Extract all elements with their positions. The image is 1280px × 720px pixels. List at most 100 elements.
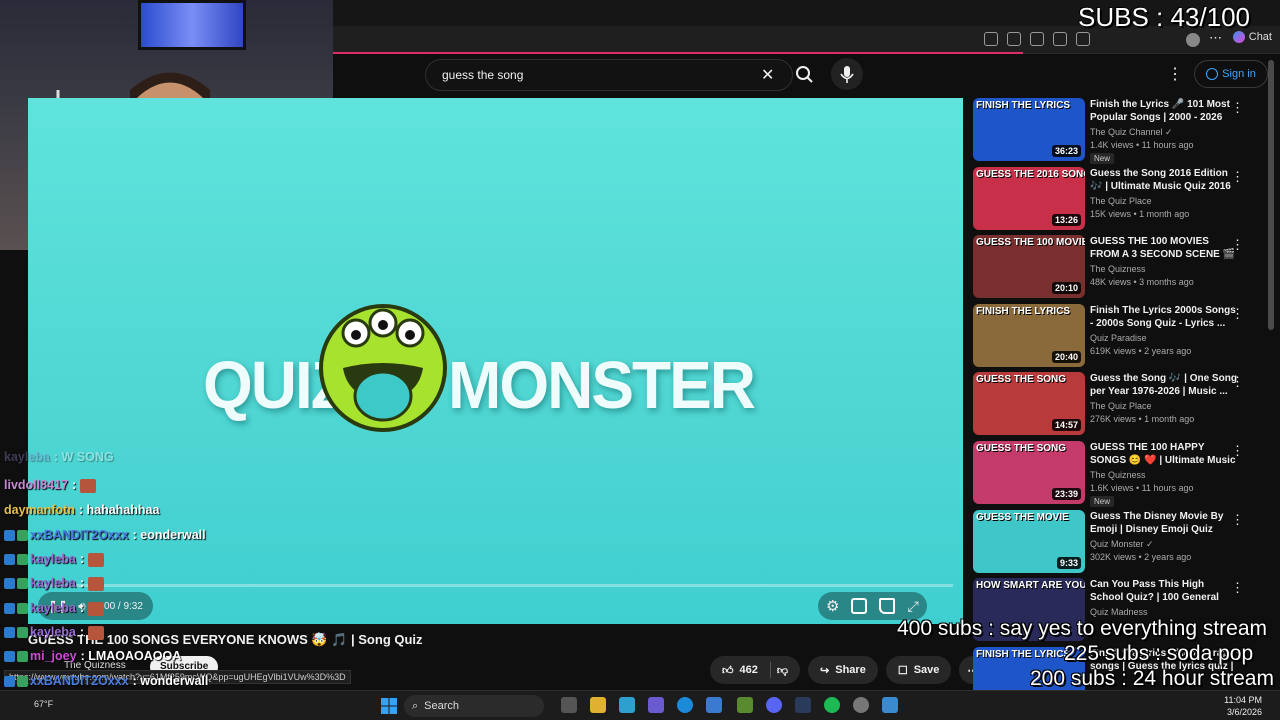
related-channel[interactable]: The Quizness xyxy=(1090,470,1146,480)
cast-icon[interactable] xyxy=(879,598,896,614)
more-options-icon[interactable]: ⋮ xyxy=(1231,580,1244,596)
chat-message: xxBANDIT2Oxxx: wonderwall xyxy=(4,674,208,688)
store-icon[interactable] xyxy=(706,697,722,713)
more-options-icon[interactable]: ⋮ xyxy=(1231,169,1244,185)
chat-text: : xyxy=(71,478,77,492)
related-video-title[interactable]: GUESS THE 100 MOVIES FROM A 3 SECOND SCE… xyxy=(1090,235,1240,261)
goal-1: 400 subs : say yes to everything stream xyxy=(897,617,1268,640)
search-icon[interactable] xyxy=(789,59,821,91)
related-video-title[interactable]: Guess the Song 🎶 | One Song per Year 197… xyxy=(1090,372,1240,398)
subs-counter: SUBS : 43/100 xyxy=(1078,2,1250,32)
chat-message: xxBANDIT2Oxxx: eonderwall xyxy=(4,528,206,542)
profile-avatar[interactable] xyxy=(1186,33,1200,47)
weather[interactable]: 67°F xyxy=(34,699,53,709)
settings-gear-icon[interactable]: ⚙ xyxy=(826,597,839,615)
related-channel[interactable]: The Quiz Place xyxy=(1090,401,1152,411)
related-channel[interactable]: Quiz Monster ✓ xyxy=(1090,539,1154,550)
sign-in-button[interactable]: Sign in xyxy=(1194,60,1268,88)
system-clock[interactable]: 11:04 PM 3/6/2026 xyxy=(1224,694,1262,718)
related-video-item[interactable]: FINISH THE LYRICS 36:23 Finish the Lyrics … xyxy=(973,98,1263,167)
app-icon[interactable] xyxy=(984,32,998,46)
related-video-title[interactable]: GUESS THE 100 HAPPY SONGS 😊 ❤️ | Ultimat… xyxy=(1090,441,1240,467)
chat-username[interactable]: xxBANDIT2Oxxx xyxy=(30,674,129,688)
scrollbar[interactable] xyxy=(1268,60,1274,330)
save-icon: ☐ xyxy=(897,664,908,677)
chat-username[interactable]: xxBANDIT2Oxxx xyxy=(30,528,129,542)
miniplayer-icon[interactable] xyxy=(851,598,868,614)
clear-search-icon[interactable]: ✕ xyxy=(761,65,774,85)
refresh-icon[interactable] xyxy=(1030,32,1044,46)
related-video-title[interactable]: Finish the Lyrics 🎤 101 Most Popular Son… xyxy=(1090,98,1240,124)
video-progress-bar[interactable] xyxy=(38,584,953,587)
favorites-icon[interactable] xyxy=(1076,32,1090,46)
share-button[interactable]: ↪ Share xyxy=(808,656,878,684)
chat-username[interactable]: daymanfotn xyxy=(4,503,75,517)
related-video-item[interactable]: GUESS THE SONG 23:39 GUESS THE 100 HAPPY S… xyxy=(973,440,1263,510)
settings-menu-icon[interactable]: ⋮ xyxy=(1167,64,1183,84)
chat-username[interactable]: kayleba xyxy=(30,552,76,566)
spotify-icon[interactable] xyxy=(824,697,840,713)
related-channel[interactable]: Quiz Madness xyxy=(1090,607,1148,617)
more-options-icon[interactable]: ⋮ xyxy=(1231,237,1244,253)
obs-icon[interactable] xyxy=(853,697,869,713)
task-view-icon[interactable] xyxy=(561,697,577,713)
app-icon[interactable] xyxy=(737,697,753,713)
taskbar-search[interactable]: ⌕ Search xyxy=(404,695,544,717)
related-video-title[interactable]: Finish The Lyrics 2000s Songs - 2000s So… xyxy=(1090,304,1240,330)
favorite-star-icon[interactable] xyxy=(1007,32,1021,46)
search-input[interactable]: guess the song ✕ xyxy=(425,59,793,91)
chat-text: : xyxy=(79,552,85,566)
video-player[interactable]: QUIZ MONSTER ❚❚ 🔊︎ 0:00 / 9:32 ⚙ ⤢ xyxy=(28,98,963,624)
file-explorer-icon[interactable] xyxy=(590,697,606,713)
chat-emote xyxy=(87,552,104,567)
more-options-icon[interactable]: ⋮ xyxy=(1231,374,1244,390)
related-video-item[interactable]: GUESS THE MOVIE 9:33 Guess The Disney Movi… xyxy=(973,509,1263,579)
chat-username[interactable]: mi_joey xyxy=(30,649,77,663)
video-thumbnail[interactable]: GUESS THE 100 MOVIES 20:10 xyxy=(973,235,1085,299)
video-thumbnail[interactable]: FINISH THE LYRICS 36:23 xyxy=(973,98,1085,161)
voice-search-button[interactable] xyxy=(831,58,863,90)
like-button[interactable]: 👍︎ 462 👎︎ xyxy=(710,656,801,684)
more-options-icon[interactable]: ⋮ xyxy=(1231,512,1244,528)
video-thumbnail[interactable]: FINISH THE LYRICS 20:40 xyxy=(973,303,1085,367)
more-options-icon[interactable]: ⋮ xyxy=(1231,306,1244,322)
related-video-item[interactable]: GUESS THE SONG 14:57 Guess the Song 🎶 | On… xyxy=(973,372,1263,441)
related-video-item[interactable]: GUESS THE 100 MOVIES 20:10 GUESS THE 100 M… xyxy=(973,235,1263,304)
background-monitor xyxy=(138,0,246,50)
related-video-item[interactable]: FINISH THE LYRICS 20:40 Finish The Lyrics … xyxy=(973,303,1263,373)
related-video-title[interactable]: Guess the Song 2016 Edition 🎶 | Ultimate… xyxy=(1090,167,1240,193)
chat-emote xyxy=(87,601,104,616)
related-channel[interactable]: The Quiz Channel ✓ xyxy=(1090,127,1173,138)
thumbs-down-icon[interactable]: 👎︎ xyxy=(777,664,788,677)
edge-icon[interactable] xyxy=(677,697,693,713)
video-thumbnail[interactable]: GUESS THE MOVIE 9:33 xyxy=(973,509,1085,573)
save-button[interactable]: ☐ Save xyxy=(885,656,952,684)
video-thumbnail[interactable]: GUESS THE 2016 SONG 13:26 xyxy=(973,166,1085,230)
fullscreen-icon[interactable]: ⤢ xyxy=(907,598,918,615)
video-thumbnail[interactable]: GUESS THE SONG 23:39 xyxy=(973,440,1085,504)
related-channel[interactable]: The Quizness xyxy=(1090,264,1146,274)
chat-username[interactable]: kayleba xyxy=(30,625,76,639)
teams-icon[interactable] xyxy=(648,697,664,713)
app-icon[interactable] xyxy=(882,697,898,713)
chat-emote xyxy=(87,576,104,591)
chat-username[interactable]: kayleba xyxy=(30,576,76,590)
related-video-title[interactable]: Can You Pass This High School Quiz? | 10… xyxy=(1090,578,1240,604)
chat-username[interactable]: livdoll8417 xyxy=(4,478,68,492)
video-thumbnail[interactable]: GUESS THE SONG 14:57 xyxy=(973,372,1085,436)
thumbs-up-icon: 👍︎ xyxy=(722,664,734,677)
thumbnail-text: GUESS THE 100 MOVIES xyxy=(976,237,1085,249)
discord-icon[interactable] xyxy=(766,697,782,713)
related-video-title[interactable]: Guess The Disney Movie By Emoji | Disney… xyxy=(1090,510,1240,536)
copilot-app-icon[interactable] xyxy=(619,697,635,713)
more-options-icon[interactable]: ⋮ xyxy=(1231,100,1244,116)
extensions-icon[interactable] xyxy=(1053,32,1067,46)
chat-username[interactable]: kayleba xyxy=(30,601,76,615)
related-channel[interactable]: The Quiz Place xyxy=(1090,196,1152,206)
related-channel[interactable]: Quiz Paradise xyxy=(1090,333,1147,343)
chat-username[interactable]: kayleba xyxy=(4,450,50,464)
related-video-item[interactable]: GUESS THE 2016 SONG 13:26 Guess the Song 2… xyxy=(973,166,1263,236)
windows-start-icon[interactable] xyxy=(381,698,397,714)
more-options-icon[interactable]: ⋮ xyxy=(1231,443,1244,459)
steam-icon[interactable] xyxy=(795,697,811,713)
